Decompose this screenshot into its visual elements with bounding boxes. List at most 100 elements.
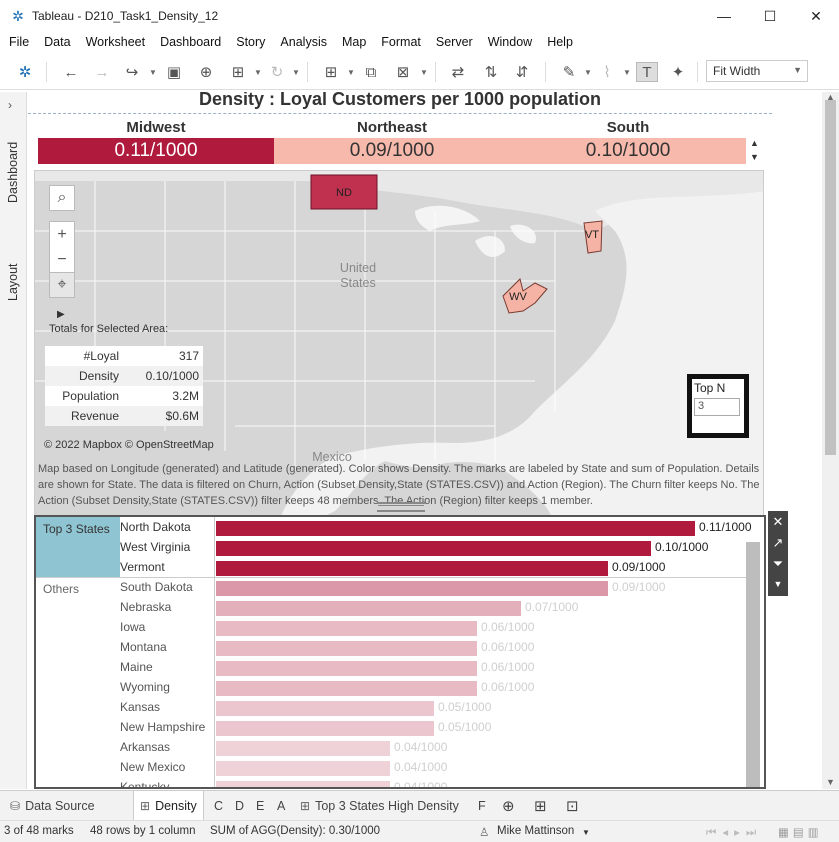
region-value-midwest[interactable]: 0.11/1000 xyxy=(38,138,274,164)
tableau-home-icon[interactable]: ✲ xyxy=(14,62,36,82)
menu-map[interactable]: Map xyxy=(342,35,366,49)
tab-dashboard[interactable]: Dashboard xyxy=(3,132,23,212)
map-attribution[interactable]: © 2022 Mapbox © OpenStreetMap xyxy=(44,439,214,451)
tab-e[interactable]: E xyxy=(250,791,270,821)
tab-d[interactable]: D xyxy=(229,791,250,821)
scroll-down-icon[interactable]: ▼ xyxy=(826,777,835,787)
menu-analysis[interactable]: Analysis xyxy=(280,35,327,49)
bar-mark[interactable] xyxy=(216,541,651,556)
bar-mark[interactable] xyxy=(216,601,521,616)
bar-mark[interactable] xyxy=(216,661,477,676)
region-value-northeast[interactable]: 0.09/1000 xyxy=(274,138,510,164)
menu-data[interactable]: Data xyxy=(44,35,70,49)
tab-a[interactable]: A xyxy=(271,791,291,821)
pause-updates-icon[interactable]: ⊞ xyxy=(227,62,249,82)
region-scroll-down-icon[interactable]: ▼ xyxy=(750,152,759,162)
menu-help[interactable]: Help xyxy=(547,35,573,49)
undo-icon[interactable]: ← xyxy=(60,62,82,82)
menu-window[interactable]: Window xyxy=(488,35,532,49)
bar-mark[interactable] xyxy=(216,581,608,596)
redo-icon[interactable]: → xyxy=(91,62,113,82)
menu-format[interactable]: Format xyxy=(381,35,421,49)
sheet-nav-icons[interactable]: ⏮◂▸⏭ xyxy=(706,825,762,840)
vertical-scrollbar[interactable]: ▲ ▼ xyxy=(822,92,839,789)
bar-state-label: Kansas xyxy=(120,700,161,714)
tab-density[interactable]: ⊞ Density xyxy=(133,791,204,821)
zoom-out-button[interactable]: − xyxy=(49,247,75,273)
bar-mark[interactable] xyxy=(216,721,434,736)
bar-mark[interactable] xyxy=(216,761,390,776)
minimize-button[interactable]: — xyxy=(701,0,747,32)
sort-ascending-icon[interactable]: ⇅ xyxy=(480,62,502,82)
bar-state-label: Wyoming xyxy=(120,680,170,694)
bar-mark[interactable] xyxy=(216,681,477,696)
topn-input[interactable]: 3 xyxy=(694,398,740,416)
resize-handle[interactable] xyxy=(377,502,425,512)
tab-top3[interactable]: ⊞ Top 3 States High Density xyxy=(294,791,465,821)
use-as-filter-icon[interactable]: ⏷ xyxy=(768,553,788,574)
goto-sheet-icon[interactable]: ↗ xyxy=(768,532,788,553)
menu-dashboard[interactable]: Dashboard xyxy=(160,35,221,49)
clear-sheet-icon[interactable]: ⊠ xyxy=(392,62,414,82)
more-options-icon[interactable]: ▼ xyxy=(768,574,788,595)
bar-mark[interactable] xyxy=(216,521,695,536)
reset-map-icon[interactable]: ⌖ xyxy=(49,272,75,298)
menu-file[interactable]: File xyxy=(9,35,29,49)
chevron-down-icon: ▼ xyxy=(793,65,802,75)
menu-server[interactable]: Server xyxy=(436,35,473,49)
new-worksheet-icon[interactable]: ⊞ xyxy=(320,62,342,82)
show-mark-labels-icon[interactable]: T xyxy=(636,62,658,82)
maximize-button[interactable]: ☐ xyxy=(747,0,793,32)
menu-worksheet[interactable]: Worksheet xyxy=(86,35,146,49)
region-name-south: South xyxy=(606,119,650,136)
new-data-source-icon[interactable]: ⊕ xyxy=(195,62,217,82)
new-story-tab-icon[interactable]: ⊡ xyxy=(560,791,585,821)
tab-f[interactable]: F xyxy=(472,791,492,821)
expand-panel-icon[interactable]: › xyxy=(8,98,12,112)
bar-mark[interactable] xyxy=(216,641,477,656)
bar-value-label: 0.06/1000 xyxy=(481,620,535,634)
fit-dropdown[interactable]: Fit Width ▼ xyxy=(706,60,808,82)
sort-descending-icon[interactable]: ⇵ xyxy=(511,62,533,82)
scroll-thumb[interactable] xyxy=(825,100,836,455)
tab-c[interactable]: C xyxy=(208,791,229,821)
remove-sheet-icon[interactable]: ✕ xyxy=(768,511,788,532)
new-worksheet-tab-icon[interactable]: ⊕ xyxy=(496,791,521,821)
map-search-icon[interactable]: ⌕ xyxy=(49,185,75,211)
bar-mark[interactable] xyxy=(216,621,477,636)
swap-rows-columns-icon[interactable]: ⇄ xyxy=(447,62,469,82)
menu-story[interactable]: Story xyxy=(236,35,265,49)
new-dashboard-tab-icon[interactable]: ⊞ xyxy=(528,791,553,821)
region-scroll-up-icon[interactable]: ▲ xyxy=(750,138,759,148)
refresh-icon[interactable]: ↻ xyxy=(266,62,288,82)
tab-data-source[interactable]: ⛁ Data Source xyxy=(4,791,101,821)
bar-mark[interactable] xyxy=(216,701,434,716)
bar-value-label: 0.04/1000 xyxy=(394,780,448,789)
others-group-label: Others xyxy=(43,582,80,596)
group-members-icon[interactable]: ⌇ xyxy=(596,62,618,82)
save-icon[interactable]: ▣ xyxy=(163,62,185,82)
bar-mark[interactable] xyxy=(216,781,390,787)
dashboard-title: Density : Loyal Customers per 1000 popul… xyxy=(28,92,772,114)
highlight-icon[interactable]: ✎ xyxy=(558,62,580,82)
user-dropdown-icon[interactable]: ▼ xyxy=(582,828,590,837)
replay-icon[interactable]: ↪ xyxy=(121,62,143,82)
region-value-south[interactable]: 0.10/1000 xyxy=(510,138,746,164)
fix-axes-icon[interactable]: ✦ xyxy=(667,62,689,82)
map-toolbar-expand-icon[interactable]: ▶ xyxy=(57,309,65,320)
bar-state-label: Nebraska xyxy=(120,600,172,614)
bar-value-label: 0.04/1000 xyxy=(394,760,448,774)
view-mode-icons[interactable]: ▦▤▥ xyxy=(778,825,823,839)
duplicate-sheet-icon[interactable]: ⧉ xyxy=(360,62,382,82)
bar-chart-scrollbar[interactable] xyxy=(746,542,760,787)
bar-state-label: New Mexico xyxy=(120,760,186,774)
status-user[interactable]: Mike Mattinson xyxy=(497,825,574,837)
close-button[interactable]: ✕ xyxy=(793,0,839,32)
tab-layout[interactable]: Layout xyxy=(3,247,23,317)
zoom-in-button[interactable]: + xyxy=(49,221,75,247)
bar-value-label: 0.09/1000 xyxy=(612,560,666,574)
bar-mark[interactable] xyxy=(216,561,608,576)
top-states-bar-chart[interactable]: Top 3 States Others North Dakota 0.11/100… xyxy=(34,515,766,789)
bar-mark[interactable] xyxy=(216,741,390,756)
bar-state-label: Kentucky xyxy=(120,780,170,789)
